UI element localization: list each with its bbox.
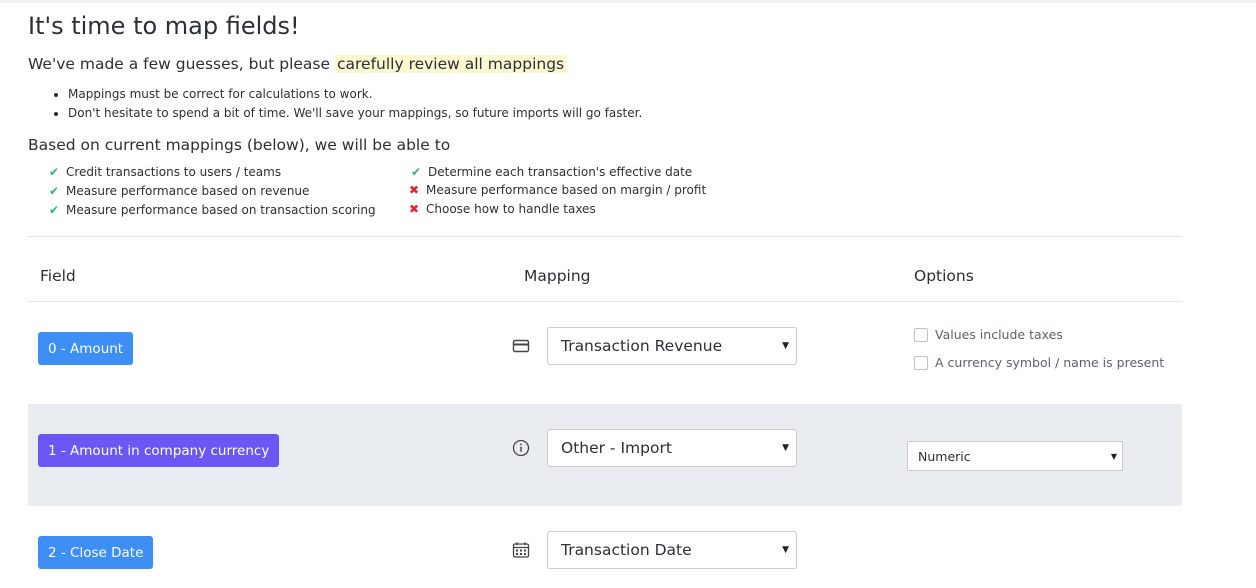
capability-label: Credit transactions to users / teams <box>66 165 282 179</box>
capability-item: ✖ Measure performance based on margin / p… <box>408 183 706 197</box>
capability-item: ✔ Measure performance based on transactio… <box>48 203 376 217</box>
section-divider <box>28 236 1182 237</box>
option-label: A currency symbol / name is present <box>935 355 1165 370</box>
table-row: 0 - Amount Transaction Revenue ▼ Values … <box>28 302 1182 404</box>
type-select[interactable]: Numeric ▼ <box>907 441 1123 471</box>
tip-item: Mappings must be correct for calculation… <box>68 85 642 104</box>
mapping-select[interactable]: Transaction Date ▼ <box>547 531 797 569</box>
mapping-select-value: Other - Import <box>561 439 672 457</box>
intro-highlight: carefully review all mappings <box>334 55 567 73</box>
field-tag: 0 - Amount <box>38 332 134 365</box>
mapping-select[interactable]: Transaction Revenue ▼ <box>547 327 797 365</box>
field-tag: 2 - Close Date <box>38 536 154 569</box>
page-title: It's time to map fields! <box>28 12 300 40</box>
cross-icon: ✖ <box>408 202 420 216</box>
caret-down-icon: ▼ <box>1110 452 1117 461</box>
capability-label: Measure performance based on margin / pr… <box>426 183 707 197</box>
capability-item: ✔ Determine each transaction's effective … <box>410 165 692 179</box>
field-tag: 1 - Amount in company currency <box>38 434 280 467</box>
caret-down-icon: ▼ <box>782 545 789 555</box>
caret-down-icon: ▼ <box>782 341 789 351</box>
capability-item: ✔ Measure performance based on revenue <box>48 184 309 198</box>
check-icon: ✔ <box>410 165 422 179</box>
option-label: Values include taxes <box>935 327 1063 342</box>
credit-card-icon <box>512 339 530 353</box>
capability-item: ✖ Choose how to handle taxes <box>408 202 596 216</box>
capability-label: Measure performance based on transaction… <box>66 203 376 217</box>
intro-text: We've made a few guesses, but please car… <box>28 55 567 73</box>
mapping-select[interactable]: Other - Import ▼ <box>547 429 797 467</box>
capability-label: Choose how to handle taxes <box>426 202 596 216</box>
caret-down-icon: ▼ <box>782 443 789 453</box>
checkbox-box[interactable] <box>914 327 928 342</box>
capabilities-heading: Based on current mappings (below), we wi… <box>28 136 451 154</box>
tips-list: Mappings must be correct for calculation… <box>68 85 642 122</box>
checkbox-box[interactable] <box>914 355 928 370</box>
top-border <box>0 0 1256 3</box>
cross-icon: ✖ <box>408 183 420 197</box>
intro-prefix: We've made a few guesses, but please <box>28 55 335 73</box>
option-taxes-checkbox[interactable]: Values include taxes <box>914 327 1063 342</box>
tip-item: Don't hesitate to spend a bit of time. W… <box>68 104 642 123</box>
column-header-mapping: Mapping <box>524 267 591 285</box>
column-header-options: Options <box>914 267 974 285</box>
info-circle-icon <box>512 439 530 457</box>
type-select-value: Numeric <box>918 448 971 464</box>
capability-label: Determine each transaction's effective d… <box>428 165 693 179</box>
check-icon: ✔ <box>48 203 60 217</box>
check-icon: ✔ <box>48 184 60 198</box>
table-row: 1 - Amount in company currency Other - I… <box>28 404 1182 506</box>
capability-item: ✔ Credit transactions to users / teams <box>48 165 281 179</box>
capability-label: Measure performance based on revenue <box>66 184 310 198</box>
column-header-field: Field <box>40 267 76 285</box>
calendar-icon <box>512 542 530 558</box>
mapping-select-value: Transaction Revenue <box>561 337 723 355</box>
mapping-select-value: Transaction Date <box>561 541 692 559</box>
option-currency-checkbox[interactable]: A currency symbol / name is present <box>914 355 1164 370</box>
table-row: 2 - Close Date Transaction Date ▼ <box>28 506 1182 588</box>
check-icon: ✔ <box>48 165 60 179</box>
